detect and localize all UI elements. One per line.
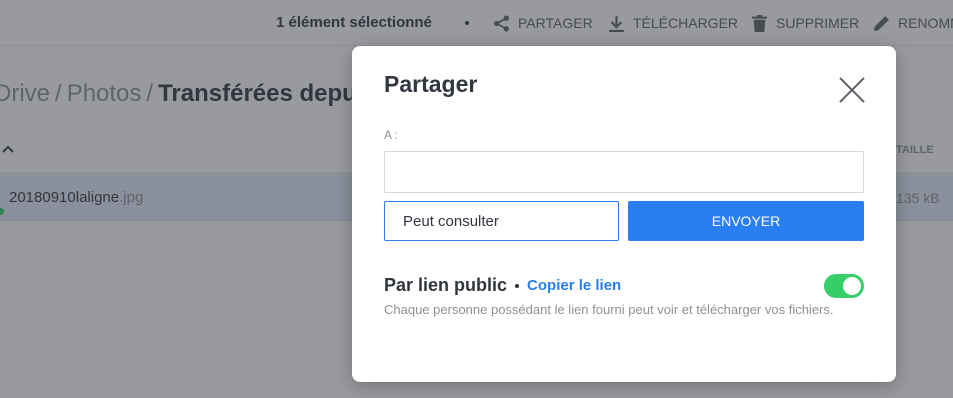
send-button[interactable]: ENVOYER xyxy=(628,201,864,241)
recipient-input[interactable] xyxy=(384,151,864,193)
toggle-knob xyxy=(843,277,861,295)
permission-select[interactable]: Peut consulter xyxy=(384,201,619,241)
public-link-toggle[interactable] xyxy=(824,274,864,298)
dialog-title: Partager xyxy=(384,71,478,97)
share-dialog: Partager A : Peut consulter ENVOYER Par … xyxy=(352,46,896,382)
public-link-row: Par lien public Copier le lien xyxy=(384,275,621,296)
recipient-label: A : xyxy=(384,128,399,142)
public-link-description: Chaque personne possédant le lien fourni… xyxy=(384,302,834,317)
copy-link-button[interactable]: Copier le lien xyxy=(527,277,621,294)
close-icon[interactable] xyxy=(838,76,866,104)
public-link-title: Par lien public xyxy=(384,275,508,295)
separator-dot xyxy=(515,283,520,288)
permission-value: Peut consulter xyxy=(403,212,499,230)
